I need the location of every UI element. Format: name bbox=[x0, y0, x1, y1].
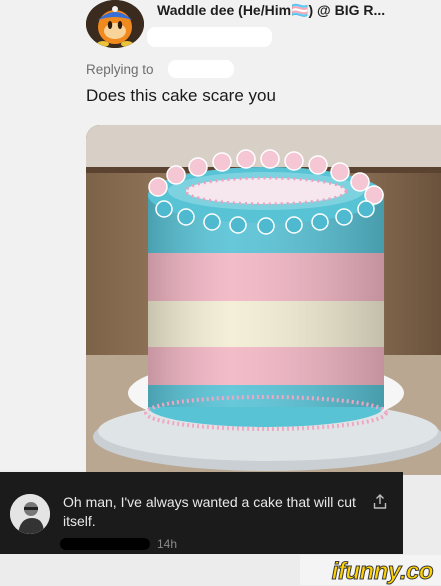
redacted-commenter-name bbox=[60, 538, 150, 550]
redacted-reply-handle bbox=[168, 60, 234, 78]
share-icon[interactable] bbox=[372, 494, 388, 510]
tweet-card: Waddle dee (He/Him🏳️‍⚧️) @ BIG R... Repl… bbox=[0, 0, 441, 475]
cake-photo bbox=[86, 125, 441, 475]
comment-timestamp: 14h bbox=[157, 537, 178, 551]
tweet-text: Does this cake scare you bbox=[86, 86, 276, 105]
comment-text: Oh man, I've always wanted a cake that w… bbox=[63, 494, 356, 529]
author-name[interactable]: Waddle dee (He/Him🏳️‍⚧️) @ BIG R... bbox=[157, 2, 385, 19]
author-avatar[interactable] bbox=[86, 0, 144, 48]
comment-card: Oh man, I've always wanted a cake that w… bbox=[0, 472, 403, 554]
ifunny-watermark: ifunny.co bbox=[331, 558, 434, 586]
waddle-dee-icon bbox=[86, 0, 144, 48]
redacted-handle bbox=[147, 27, 272, 47]
tweet-photo[interactable] bbox=[86, 125, 441, 475]
commenter-avatar[interactable] bbox=[10, 494, 50, 534]
user-avatar-icon bbox=[10, 494, 50, 534]
replying-to-label: Replying to bbox=[86, 62, 154, 77]
